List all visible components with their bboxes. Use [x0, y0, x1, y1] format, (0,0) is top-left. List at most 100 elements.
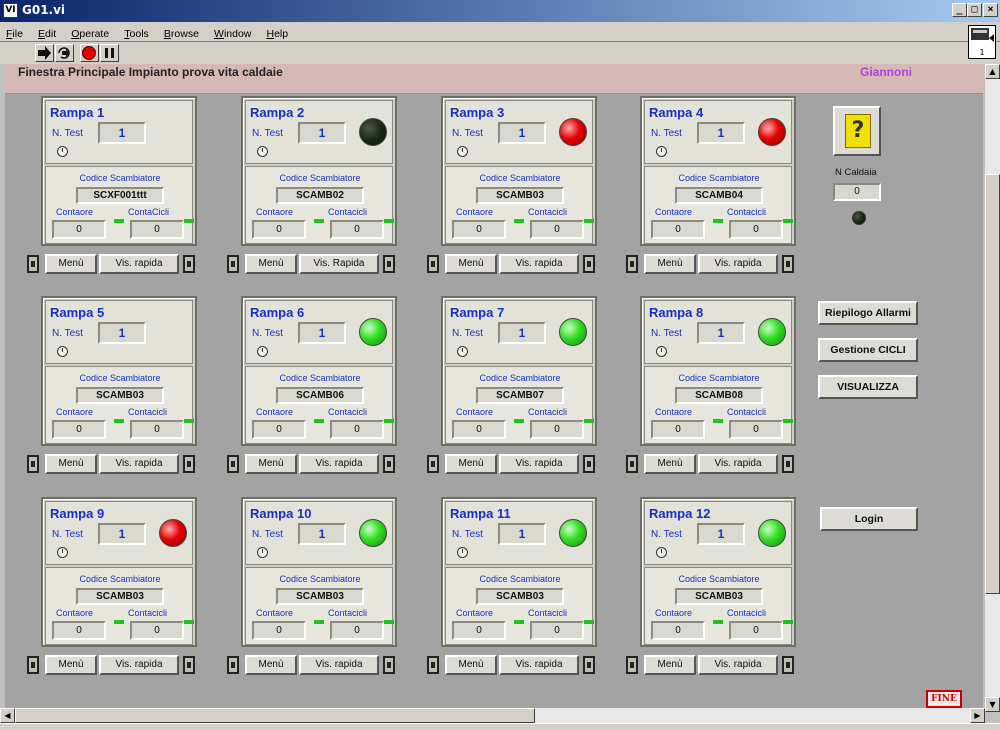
scroll-left-arrow-icon[interactable]: ◀: [0, 708, 15, 723]
abort-button[interactable]: [80, 44, 99, 62]
contacicli-value[interactable]: 0: [130, 420, 184, 439]
menu-tools[interactable]: Tools: [118, 25, 153, 40]
n-test-value[interactable]: 1: [298, 122, 346, 144]
vis-rapida-button[interactable]: Vis. rapida: [698, 454, 778, 474]
menu-button[interactable]: Menù: [45, 454, 97, 474]
contaore-value[interactable]: 0: [452, 220, 506, 239]
vi-connector-icon[interactable]: 1: [968, 25, 996, 59]
menu-button[interactable]: Menù: [45, 655, 97, 675]
codice-scambiatore-value[interactable]: SCAMB03: [276, 588, 364, 605]
menu-operate[interactable]: Operate: [65, 25, 113, 40]
contaore-value[interactable]: 0: [252, 420, 306, 439]
menu-button[interactable]: Menù: [644, 655, 696, 675]
gestione-cicli-button[interactable]: Gestione CICLI: [818, 338, 918, 362]
n-test-value[interactable]: 1: [498, 122, 546, 144]
n-caldaia-value[interactable]: 0: [833, 183, 881, 201]
fine-button[interactable]: FINE: [926, 690, 962, 708]
minimize-button[interactable]: _: [952, 3, 967, 17]
n-test-value[interactable]: 1: [98, 523, 146, 545]
contacicli-value[interactable]: 0: [130, 621, 184, 640]
scroll-right-arrow-icon[interactable]: ▶: [970, 708, 985, 723]
vis-rapida-button[interactable]: Vis. rapida: [698, 655, 778, 675]
help-button[interactable]: ?: [833, 106, 881, 156]
vis-rapida-button[interactable]: Vis. rapida: [299, 454, 379, 474]
contacicli-value[interactable]: 0: [530, 420, 584, 439]
codice-scambiatore-value[interactable]: SCAMB02: [276, 187, 364, 204]
contacicli-value[interactable]: 0: [330, 220, 384, 239]
menu-help[interactable]: Help: [260, 25, 292, 40]
n-test-value[interactable]: 1: [98, 322, 146, 344]
codice-scambiatore-value[interactable]: SCAMB03: [76, 588, 164, 605]
n-test-value[interactable]: 1: [498, 523, 546, 545]
menu-button[interactable]: Menù: [45, 254, 97, 274]
menu-file[interactable]: File: [0, 25, 27, 40]
n-test-value[interactable]: 1: [697, 322, 745, 344]
vertical-scrollbar[interactable]: ▲ ▼: [985, 64, 1000, 712]
menu-button[interactable]: Menù: [445, 454, 497, 474]
contaore-value[interactable]: 0: [52, 220, 106, 239]
menu-button[interactable]: Menù: [245, 254, 297, 274]
contaore-value[interactable]: 0: [651, 220, 705, 239]
horizontal-scroll-thumb[interactable]: [15, 708, 535, 723]
menu-button[interactable]: Menù: [445, 655, 497, 675]
menu-browse[interactable]: Browse: [158, 25, 203, 40]
n-test-value[interactable]: 1: [498, 322, 546, 344]
contaore-value[interactable]: 0: [52, 420, 106, 439]
n-test-value[interactable]: 1: [298, 322, 346, 344]
contacicli-value[interactable]: 0: [330, 420, 384, 439]
n-test-value[interactable]: 1: [98, 122, 146, 144]
menu-button[interactable]: Menù: [644, 254, 696, 274]
vertical-scroll-thumb[interactable]: [985, 174, 1000, 594]
vis-rapida-button[interactable]: Vis. rapida: [499, 254, 579, 274]
menu-edit[interactable]: Edit: [32, 25, 60, 40]
contacicli-value[interactable]: 0: [530, 621, 584, 640]
menu-window[interactable]: Window: [208, 25, 255, 40]
close-button[interactable]: ×: [983, 3, 998, 17]
menu-button[interactable]: Menù: [445, 254, 497, 274]
contaore-value[interactable]: 0: [452, 621, 506, 640]
scroll-up-arrow-icon[interactable]: ▲: [985, 64, 1000, 79]
menu-button[interactable]: Menù: [245, 454, 297, 474]
contaore-value[interactable]: 0: [52, 621, 106, 640]
contacicli-value[interactable]: 0: [530, 220, 584, 239]
run-button[interactable]: [35, 44, 54, 62]
n-test-value[interactable]: 1: [697, 122, 745, 144]
codice-scambiatore-value[interactable]: SCAMB06: [276, 387, 364, 404]
codice-scambiatore-value[interactable]: SCAMB03: [476, 588, 564, 605]
contaore-value[interactable]: 0: [252, 220, 306, 239]
contaore-value[interactable]: 0: [452, 420, 506, 439]
vis-rapida-button[interactable]: Vis. Rapida: [299, 254, 379, 274]
contacicli-value[interactable]: 0: [130, 220, 184, 239]
codice-scambiatore-value[interactable]: SCAMB03: [675, 588, 763, 605]
vis-rapida-button[interactable]: Vis. rapida: [99, 655, 179, 675]
contaore-value[interactable]: 0: [651, 621, 705, 640]
vis-rapida-button[interactable]: Vis. rapida: [499, 655, 579, 675]
n-test-value[interactable]: 1: [697, 523, 745, 545]
maximize-button[interactable]: □: [967, 3, 982, 17]
contacicli-value[interactable]: 0: [330, 621, 384, 640]
vis-rapida-button[interactable]: Vis. rapida: [499, 454, 579, 474]
scroll-down-arrow-icon[interactable]: ▼: [985, 697, 1000, 712]
riepilogo-allarmi-button[interactable]: Riepilogo Allarmi: [818, 301, 918, 325]
contacicli-value[interactable]: 0: [729, 621, 783, 640]
n-test-value[interactable]: 1: [298, 523, 346, 545]
vis-rapida-button[interactable]: Vis. rapida: [99, 254, 179, 274]
menu-button[interactable]: Menù: [644, 454, 696, 474]
codice-scambiatore-value[interactable]: SCXF001ttt: [76, 187, 164, 204]
codice-scambiatore-value[interactable]: SCAMB03: [476, 187, 564, 204]
menu-button[interactable]: Menù: [245, 655, 297, 675]
codice-scambiatore-value[interactable]: SCAMB04: [675, 187, 763, 204]
horizontal-scrollbar[interactable]: ◀ ▶: [0, 708, 985, 723]
login-button[interactable]: Login: [820, 507, 918, 531]
codice-scambiatore-value[interactable]: SCAMB03: [76, 387, 164, 404]
visualizza-button[interactable]: VISUALIZZA: [818, 375, 918, 399]
pause-button[interactable]: [100, 44, 119, 62]
codice-scambiatore-value[interactable]: SCAMB07: [476, 387, 564, 404]
contaore-value[interactable]: 0: [651, 420, 705, 439]
contaore-value[interactable]: 0: [252, 621, 306, 640]
vis-rapida-button[interactable]: Vis. rapida: [299, 655, 379, 675]
contacicli-value[interactable]: 0: [729, 420, 783, 439]
run-continuous-button[interactable]: [55, 44, 74, 62]
vis-rapida-button[interactable]: Vis. rapida: [698, 254, 778, 274]
codice-scambiatore-value[interactable]: SCAMB08: [675, 387, 763, 404]
